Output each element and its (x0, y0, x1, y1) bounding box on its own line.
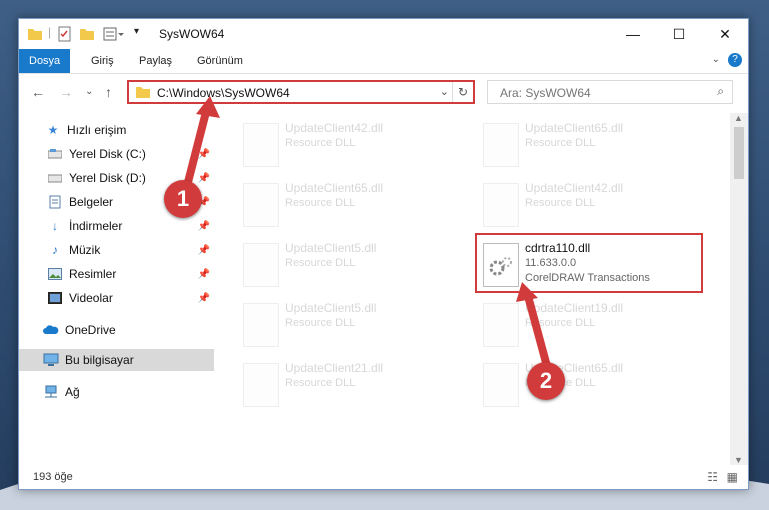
arrow-1 (182, 108, 210, 194)
arrow-2 (524, 292, 552, 374)
step-badge-2: 2 (527, 362, 565, 400)
annotation-arrows (182, 96, 552, 374)
step-badge-1: 1 (164, 180, 202, 218)
arrow-1-head (196, 96, 220, 118)
arrow-2-head (516, 282, 538, 302)
